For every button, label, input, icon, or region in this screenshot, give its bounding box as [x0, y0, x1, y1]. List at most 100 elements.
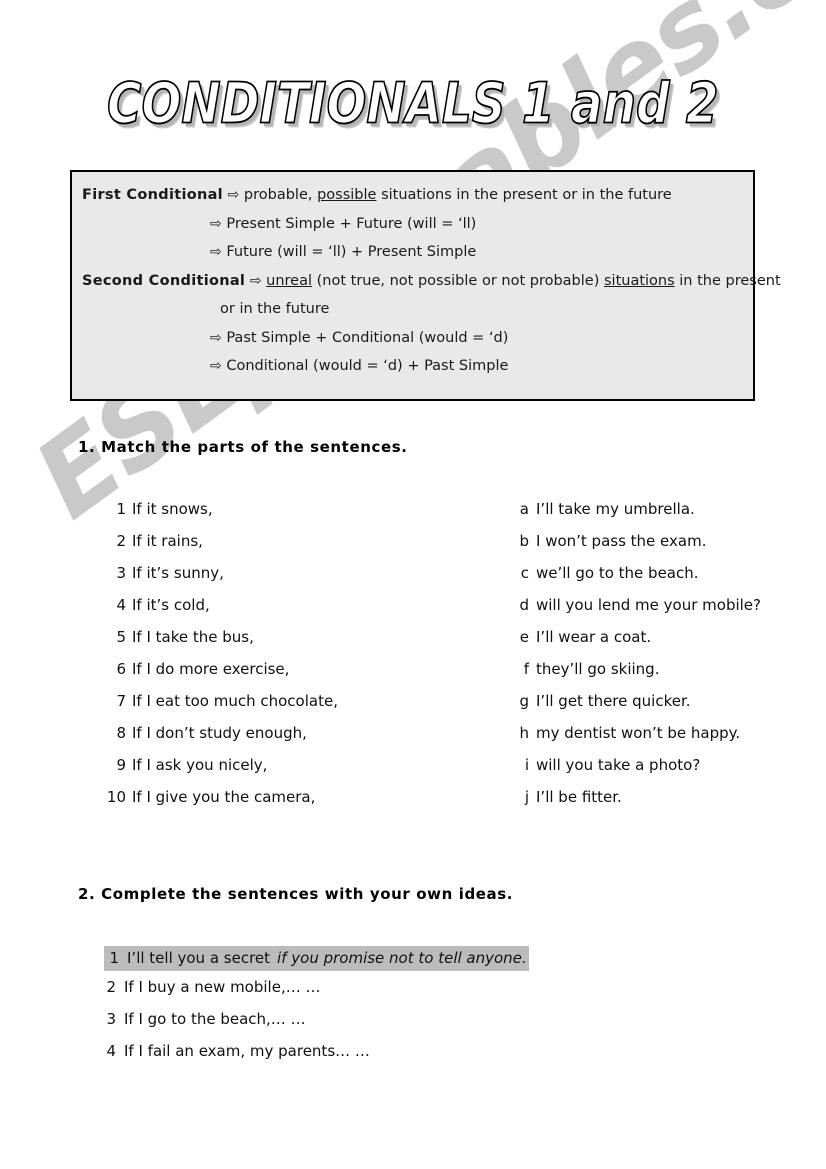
grammar-line: ⇨ Present Simple + Future (will = ‘ll) — [72, 210, 753, 239]
item-text: If I buy a new mobile,… … — [124, 978, 321, 996]
match-item[interactable]: 6 If I do more exercise, — [104, 660, 504, 692]
item-marker: c — [520, 564, 529, 582]
match-item[interactable]: b I won’t pass the exam. — [516, 532, 806, 564]
item-text: If it snows, — [132, 500, 213, 518]
item-marker: 8 — [116, 724, 126, 742]
item-text: we’ll go to the beach. — [536, 564, 699, 582]
right-arrow-icon: ⇨ — [249, 272, 262, 289]
grammar-text-underlined: possible — [317, 187, 377, 203]
grammar-text: situations in the present or in the futu… — [376, 187, 672, 203]
item-answer: if you promise not to tell anyone. — [277, 949, 527, 967]
match-item[interactable]: 8 If I don’t study enough, — [104, 724, 504, 756]
item-text: If I go to the beach,… … — [124, 1010, 306, 1028]
match-item[interactable]: 9 If I ask you nicely, — [104, 756, 504, 788]
item-text: If it rains, — [132, 532, 203, 550]
match-item[interactable]: 5 If I take the bus, — [104, 628, 504, 660]
item-text: my dentist won’t be happy. — [536, 724, 741, 742]
match-item[interactable]: 1 If it snows, — [104, 500, 504, 532]
match-item[interactable]: 10 If I give you the camera, — [104, 788, 504, 820]
complete-item-row: 3 If I go to the beach,… … — [104, 1010, 574, 1042]
exercise-2-heading: 2. Complete the sentences with your own … — [78, 885, 514, 903]
grammar-text: probable, — [243, 187, 318, 203]
grammar-text: Conditional (would = ‘d) + Past Simple — [226, 358, 509, 374]
item-marker: g — [519, 692, 529, 710]
match-item[interactable]: e I’ll wear a coat. — [516, 628, 806, 660]
item-marker: i — [524, 756, 529, 774]
match-item[interactable]: j I’ll be fitter. — [516, 788, 806, 820]
match-item[interactable]: 7 If I eat too much chocolate, — [104, 692, 504, 724]
match-item[interactable]: h my dentist won’t be happy. — [516, 724, 806, 756]
match-item[interactable]: 2 If it rains, — [104, 532, 504, 564]
item-text: I won’t pass the exam. — [536, 532, 707, 550]
complete-sentences-list: 1 I’ll tell you a secret if you promise no… — [104, 946, 574, 1074]
item-text: will you lend me your mobile? — [536, 596, 761, 614]
match-item[interactable]: a I’ll take my umbrella. — [516, 500, 806, 532]
right-arrow-icon: ⇨ — [210, 215, 222, 232]
item-text: If I ask you nicely, — [132, 756, 268, 774]
grammar-reference-box: First Conditional ⇨ probable, possible s… — [70, 170, 781, 401]
grammar-line: Second Conditional ⇨ unreal (not true, n… — [72, 267, 781, 296]
grammar-label: First Conditional — [82, 187, 223, 203]
match-right-column: a I’ll take my umbrella. b I won’t pass the… — [516, 500, 806, 820]
grammar-line: ⇨ Past Simple + Conditional (would = ‘d) — [72, 324, 753, 353]
grammar-text-underlined: situations — [603, 272, 675, 289]
item-text: they’ll go skiing. — [536, 660, 660, 678]
exercise-1-heading: 1. Match the parts of the sentences. — [78, 438, 408, 456]
match-left-column: 1 If it snows, 2 If it rains, 3 If it’s sunny… — [104, 500, 504, 820]
item-marker: d — [519, 596, 529, 614]
item-text: I’ll wear a coat. — [536, 628, 652, 646]
complete-item-row: 2 If I buy a new mobile,… … — [104, 978, 574, 1010]
complete-item[interactable]: 1 I’ll tell you a secret if you promise no… — [104, 946, 529, 971]
grammar-text-underlined: unreal — [266, 272, 313, 289]
match-item[interactable]: d will you lend me your mobile? — [516, 596, 806, 628]
match-item[interactable]: 3 If it’s sunny, — [104, 564, 504, 596]
item-marker: 6 — [116, 660, 126, 678]
right-arrow-icon: ⇨ — [210, 244, 222, 260]
item-marker: h — [519, 724, 529, 742]
complete-item-row: 1 I’ll tell you a secret if you promise no… — [104, 946, 574, 978]
item-text: I’ll be fitter. — [536, 788, 622, 806]
item-marker: f — [523, 660, 529, 678]
item-text: If I don’t study enough, — [132, 724, 307, 742]
item-marker: 3 — [116, 564, 126, 582]
item-marker: j — [524, 788, 529, 806]
match-item[interactable]: g I’ll get there quicker. — [516, 692, 806, 724]
item-text: I’ll take my umbrella. — [536, 500, 695, 518]
match-item[interactable]: i will you take a photo? — [516, 756, 806, 788]
item-marker: 9 — [116, 756, 126, 774]
item-marker: 1 — [116, 500, 126, 518]
item-text: If I take the bus, — [132, 628, 254, 646]
item-marker: b — [519, 532, 529, 550]
match-item[interactable]: 4 If it’s cold, — [104, 596, 504, 628]
grammar-text: in the present — [674, 272, 781, 289]
right-arrow-icon: ⇨ — [210, 358, 222, 374]
page-title-container: CONDITIONALS 1 and 2 — [0, 69, 826, 137]
grammar-text: or in the future — [220, 301, 330, 317]
match-item[interactable]: c we’ll go to the beach. — [516, 564, 806, 596]
grammar-line: ⇨ Conditional (would = ‘d) + Past Simple — [72, 352, 753, 381]
item-marker: 2 — [106, 978, 116, 996]
page-title: CONDITIONALS 1 and 2 — [106, 69, 719, 137]
complete-item[interactable]: 4 If I fail an exam, my parents… … — [104, 1042, 574, 1074]
item-text: If I eat too much chocolate, — [132, 692, 338, 710]
item-marker: 1 — [109, 949, 119, 967]
grammar-line: First Conditional ⇨ probable, possible s… — [72, 181, 753, 210]
complete-item[interactable]: 2 If I buy a new mobile,… … — [104, 978, 574, 1010]
right-arrow-icon: ⇨ — [227, 187, 240, 203]
right-arrow-icon: ⇨ — [210, 329, 222, 346]
item-marker: 10 — [106, 788, 126, 806]
complete-item[interactable]: 3 If I go to the beach,… … — [104, 1010, 574, 1042]
item-marker: 4 — [116, 596, 126, 614]
item-text: If it’s sunny, — [132, 564, 224, 582]
item-text: I’ll get there quicker. — [536, 692, 691, 710]
item-text: If I do more exercise, — [132, 660, 290, 678]
item-marker: 3 — [106, 1010, 116, 1028]
complete-item-row: 4 If I fail an exam, my parents… … — [104, 1042, 574, 1074]
item-text: will you take a photo? — [536, 756, 701, 774]
item-text: If I give you the camera, — [132, 788, 316, 806]
item-marker: e — [519, 628, 529, 646]
item-marker: 4 — [106, 1042, 116, 1060]
match-item[interactable]: f they’ll go skiing. — [516, 660, 806, 692]
grammar-line: ⇨ Future (will = ‘ll) + Present Simple — [72, 238, 753, 267]
grammar-text: Past Simple + Conditional (would = ‘d) — [226, 329, 509, 346]
